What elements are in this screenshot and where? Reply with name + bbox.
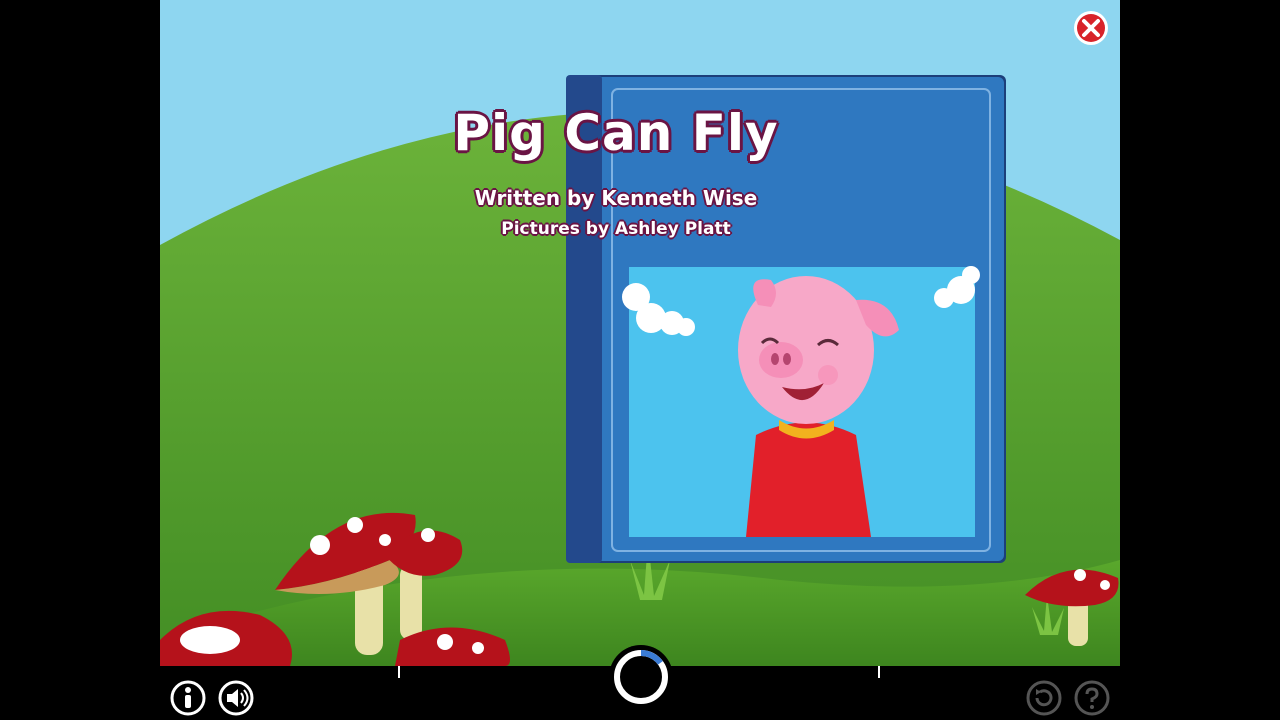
info-icon[interactable] xyxy=(170,680,206,716)
replay-icon[interactable] xyxy=(1026,680,1062,716)
author-credit: Written by Kenneth Wise xyxy=(474,186,758,210)
progress-tick xyxy=(878,666,880,678)
help-icon[interactable] xyxy=(1074,680,1110,716)
play-progress-ring[interactable] xyxy=(608,644,674,710)
illustrator-credit: Pictures by Ashley Platt xyxy=(501,219,731,239)
cover-illustration xyxy=(622,266,980,537)
story-stage: Pig Can Fly Written by Kenneth Wise Pict… xyxy=(160,0,1120,720)
close-icon[interactable] xyxy=(1073,10,1109,46)
speaker-icon[interactable] xyxy=(218,680,254,716)
book-title: Pig Can Fly xyxy=(453,104,779,162)
progress-tick xyxy=(398,666,400,678)
